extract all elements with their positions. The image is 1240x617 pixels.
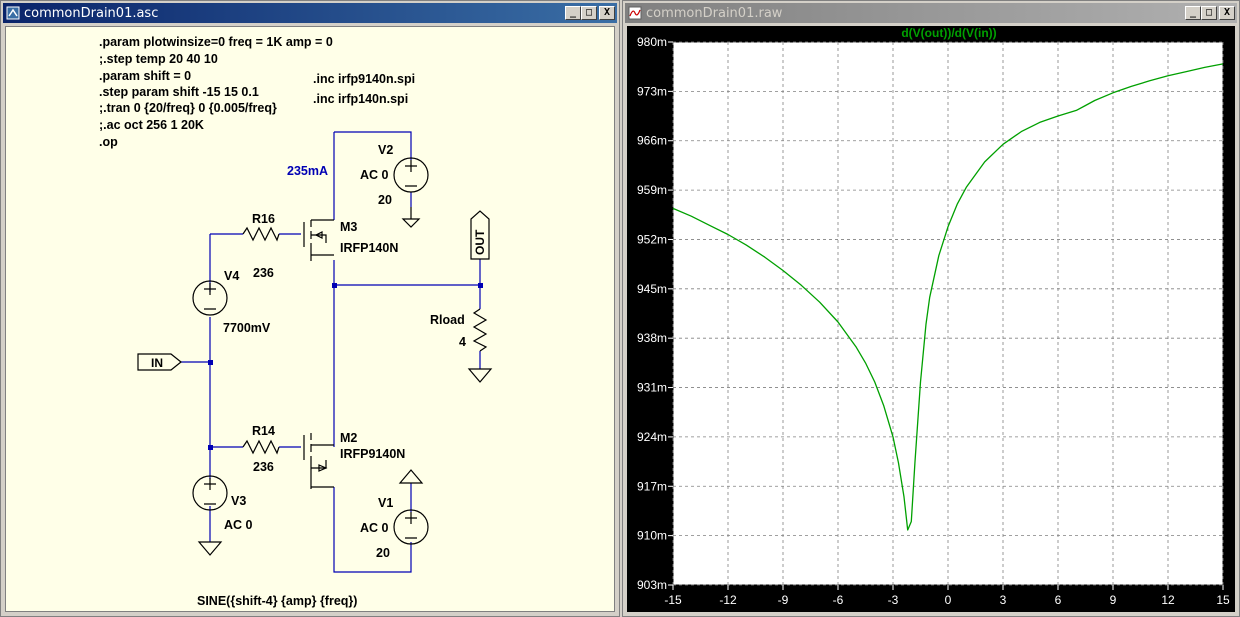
schematic-window-title: commonDrain01.asc <box>24 5 159 21</box>
minimize-button[interactable]: _ <box>565 6 581 20</box>
chart-title: d(V(out))/d(V(in)) <box>901 26 996 40</box>
r14-name: R14 <box>252 424 275 438</box>
v2-name: V2 <box>378 143 393 157</box>
maximize-button[interactable]: □ <box>581 6 597 20</box>
minimize-button[interactable]: _ <box>1185 6 1201 20</box>
plot-window: commonDrain01.raw _ □ X d(V(out))/d(V(in… <box>622 0 1240 617</box>
y-tick-label: 973m <box>637 84 667 98</box>
schematic-titlebar[interactable]: commonDrain01.asc _ □ X <box>3 3 617 23</box>
y-tick-label: 959m <box>637 183 667 197</box>
x-tick-label: 15 <box>1216 593 1230 607</box>
directive-line[interactable]: .param plotwinsize=0 freq = 1K amp = 0 <box>99 35 333 49</box>
v3-ac: AC 0 <box>224 518 253 532</box>
y-tick-label: 980m <box>637 35 667 49</box>
plot-pane[interactable]: d(V(out))/d(V(in)) 903m 910m 917m 924m 931m 9… <box>627 26 1235 612</box>
x-tick-label: -15 <box>664 593 682 607</box>
x-tick-label: -12 <box>719 593 737 607</box>
directive-line[interactable]: .param shift = 0 <box>99 69 191 83</box>
directive-line[interactable]: ;.step temp 20 40 10 <box>99 52 218 66</box>
directive-line[interactable]: .step param shift -15 15 0.1 <box>99 85 259 99</box>
directive-line[interactable]: ;.ac oct 256 1 20K <box>99 118 204 132</box>
x-tick-label: 9 <box>1110 593 1117 607</box>
y-tick-label: 903m <box>637 578 667 592</box>
y-tick-label: 910m <box>637 529 667 543</box>
rload-resistor[interactable] <box>467 308 493 383</box>
m3-mosfet[interactable] <box>301 219 334 261</box>
y-tick-label: 938m <box>637 331 667 345</box>
plot-titlebar[interactable]: commonDrain01.raw _ □ X <box>625 3 1237 23</box>
v2-ac: AC 0 <box>360 168 389 182</box>
y-tick-label: 945m <box>637 282 667 296</box>
v2-voltage-source[interactable] <box>393 157 429 228</box>
r16-resistor[interactable] <box>242 226 280 242</box>
y-tick-label: 966m <box>637 134 667 148</box>
x-tick-label: 0 <box>945 593 952 607</box>
y-tick-label: 931m <box>637 381 667 395</box>
rload-name: Rload <box>430 313 465 327</box>
x-axis: -15 -12 -9 -6 -3 0 3 6 9 12 15 <box>664 585 1230 607</box>
directive-line[interactable]: ;.tran 0 {20/freq} 0 {0.005/freq} <box>99 101 277 115</box>
m3-model: IRFP140N <box>340 241 398 255</box>
include-directive[interactable]: .inc irfp140n.spi <box>313 92 408 106</box>
directive-line[interactable]: .op <box>99 135 118 149</box>
schematic-window: commonDrain01.asc _ □ X .param plotwinsi… <box>0 0 620 617</box>
y-tick-label: 917m <box>637 479 667 493</box>
in-flag-label: IN <box>151 356 163 370</box>
x-tick-label: 12 <box>1161 593 1175 607</box>
y-tick-label: 952m <box>637 232 667 246</box>
include-directive[interactable]: .inc irfp9140n.spi <box>313 72 415 86</box>
x-tick-label: -9 <box>778 593 789 607</box>
v3-name: V3 <box>231 494 246 508</box>
r16-name: R16 <box>252 212 275 226</box>
waveform-chart[interactable]: d(V(out))/d(V(in)) 903m910m917m924m931m9… <box>627 26 1237 614</box>
close-button[interactable]: X <box>599 6 615 20</box>
v4-name: V4 <box>224 269 239 283</box>
out-flag-label: OUT <box>473 229 487 255</box>
x-tick-label: -6 <box>833 593 844 607</box>
m2-name: M2 <box>340 431 357 445</box>
x-tick-label: 3 <box>1000 593 1007 607</box>
m2-model: IRFP9140N <box>340 447 405 461</box>
m3-name: M3 <box>340 220 357 234</box>
v4-value: 7700mV <box>223 321 271 335</box>
r16-value: 236 <box>253 266 274 280</box>
plot-window-title: commonDrain01.raw <box>646 5 783 21</box>
y-tick-label: 924m <box>637 430 667 444</box>
m2-mosfet[interactable] <box>303 433 334 489</box>
v2-value: 20 <box>378 193 392 207</box>
rload-value: 4 <box>459 335 466 349</box>
junction-dots <box>208 283 483 450</box>
r14-value: 236 <box>253 460 274 474</box>
x-tick-label: 6 <box>1055 593 1062 607</box>
maximize-button[interactable]: □ <box>1201 6 1217 20</box>
x-tick-label: -3 <box>888 593 899 607</box>
v1-name: V1 <box>378 496 393 510</box>
v1-value: 20 <box>376 546 390 560</box>
v4-voltage-source[interactable] <box>192 280 228 316</box>
schematic-app-icon <box>6 6 20 20</box>
source-expression[interactable]: SINE({shift-4} {amp} {freq}) <box>197 594 357 608</box>
schematic-canvas[interactable]: .param plotwinsize=0 freq = 1K amp = 0 ;… <box>5 26 615 612</box>
waveform-app-icon <box>628 6 642 20</box>
close-button[interactable]: X <box>1219 6 1235 20</box>
y-axis: 903m 910m 917m 924m 931m 938m 945m 952m 959m 966m… <box>637 35 673 592</box>
r14-resistor[interactable] <box>242 439 280 455</box>
current-readout: 235mA <box>287 164 328 178</box>
v1-ac: AC 0 <box>360 521 389 535</box>
